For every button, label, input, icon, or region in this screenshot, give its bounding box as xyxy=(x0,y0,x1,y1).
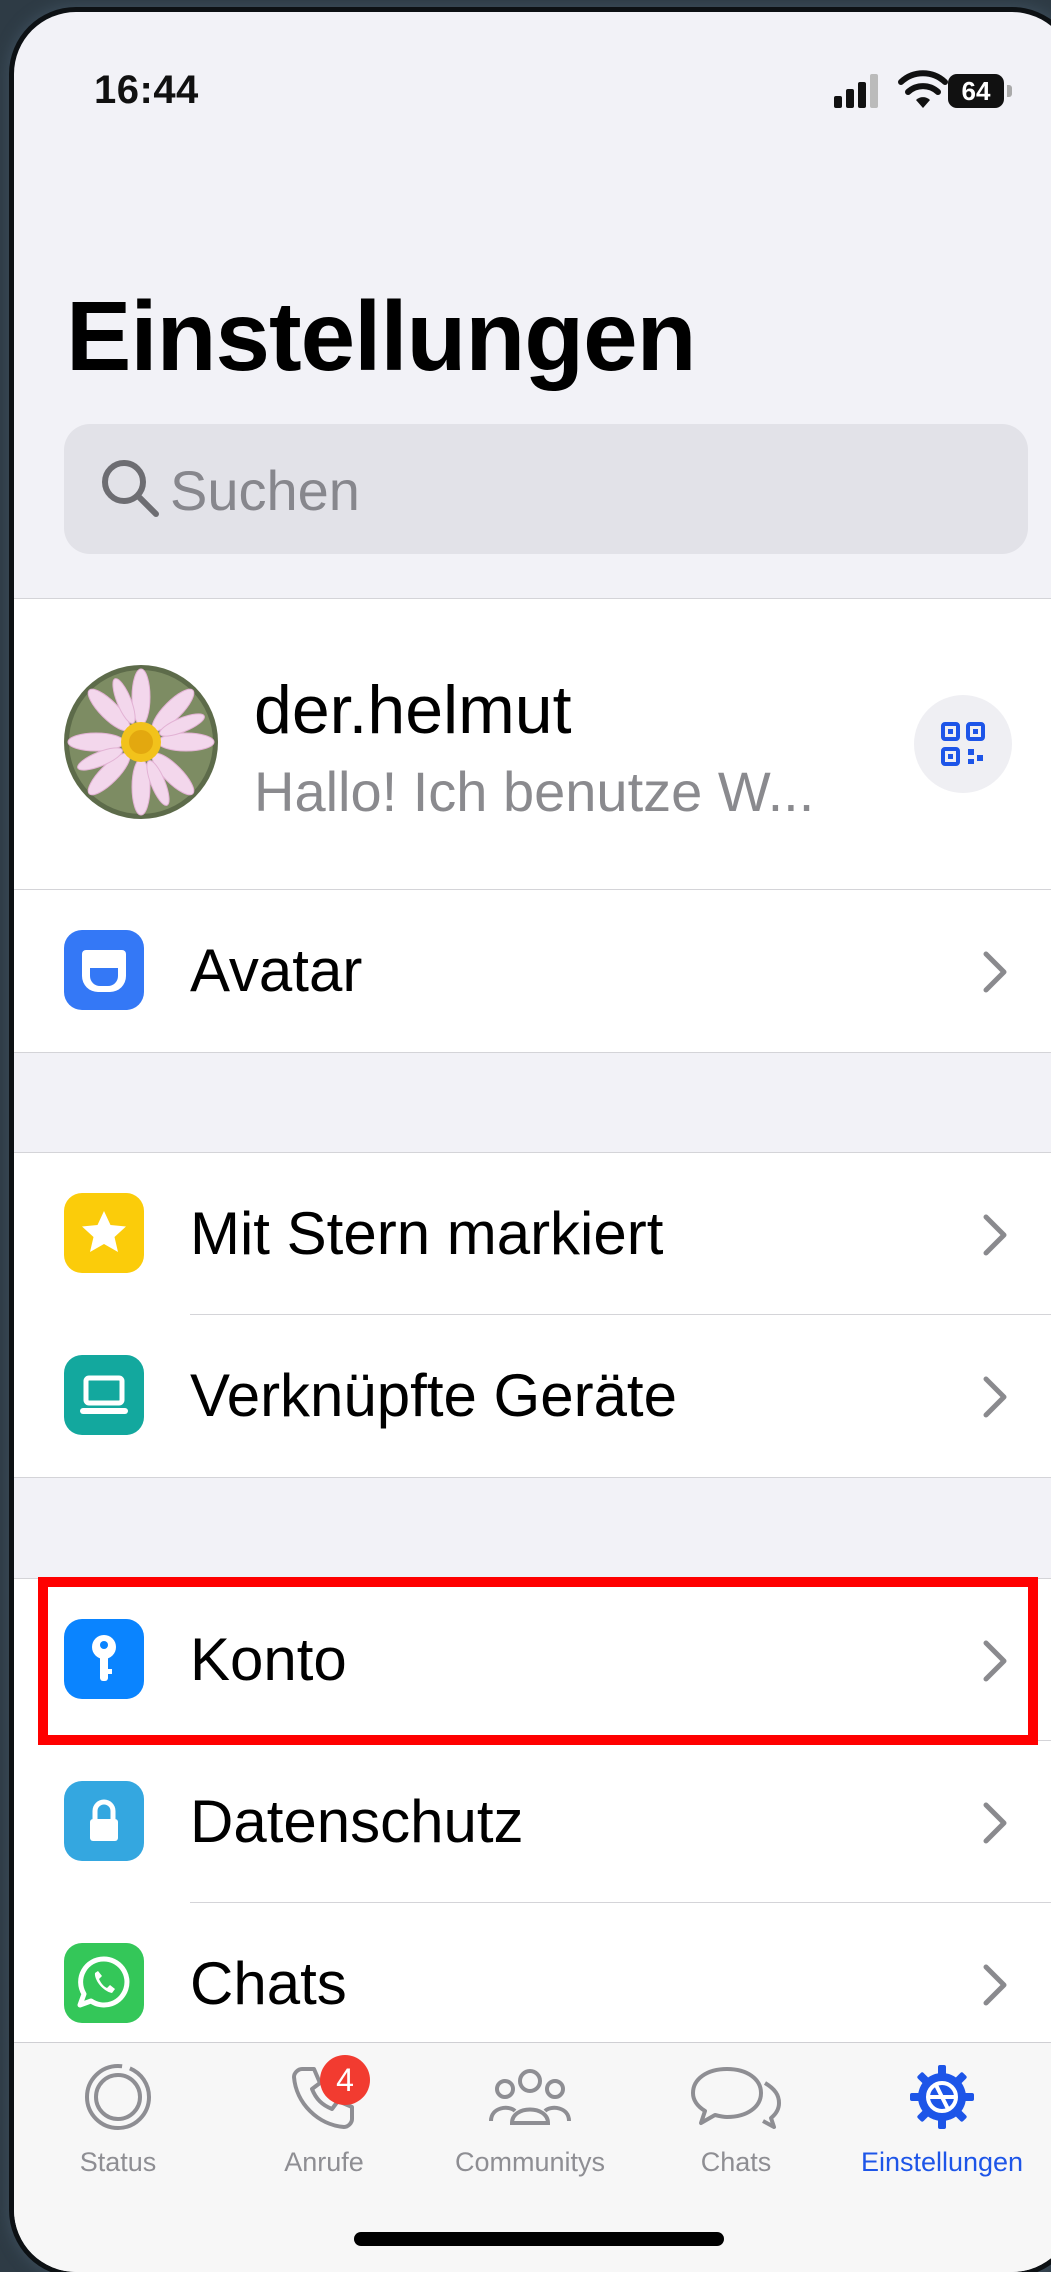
profile-status: Hallo! Ich benutze W... xyxy=(254,760,815,823)
settings-row-label: Mit Stern markiert xyxy=(190,1200,664,1267)
chevron-right-icon xyxy=(983,951,1007,993)
search-input[interactable] xyxy=(168,424,992,556)
whatsapp-icon xyxy=(64,1943,144,2023)
tab-settings[interactable]: Einstellungen xyxy=(842,2043,1042,2243)
qr-code-icon xyxy=(941,722,985,766)
cellular-signal-icon xyxy=(834,74,878,108)
chevron-right-icon xyxy=(983,1802,1007,1844)
status-bar: 16:44 64 xyxy=(14,12,1051,152)
settings-row-starred[interactable]: Mit Stern markiert xyxy=(14,1153,1051,1315)
tab-label: Chats xyxy=(700,2147,772,2177)
tab-label: Einstellungen xyxy=(860,2147,1024,2177)
page-title: Einstellungen xyxy=(66,281,697,391)
chevron-right-icon xyxy=(983,1214,1007,1256)
settings-group-starred-devices: Mit Stern markiert Verknüpfte Geräte xyxy=(14,1152,1051,1478)
phone-screen: 16:44 64 Einstellungen Suchen der.helmut… xyxy=(14,12,1051,2272)
laptop-icon xyxy=(64,1355,144,1435)
profile-name: der.helmut xyxy=(254,672,572,748)
tab-status[interactable]: Status xyxy=(18,2043,218,2243)
settings-row-label: Avatar xyxy=(190,937,363,1004)
star-icon xyxy=(64,1193,144,1273)
settings-row-label: Verknüpfte Geräte xyxy=(190,1362,677,1429)
search-bar[interactable] xyxy=(64,424,1028,556)
tab-calls[interactable]: 4 Anrufe xyxy=(224,2043,424,2243)
chevron-right-icon xyxy=(983,1964,1007,2006)
settings-row-chats[interactable]: Chats xyxy=(14,1903,1051,2065)
tab-label: Anrufe xyxy=(284,2147,364,2177)
tab-communities[interactable]: Communitys xyxy=(430,2043,630,2243)
profile-card[interactable]: der.helmut Hallo! Ich benutze W... xyxy=(14,598,1051,890)
chats-icon xyxy=(691,2067,781,2129)
qr-code-button[interactable] xyxy=(914,695,1012,793)
lock-icon xyxy=(64,1781,144,1861)
settings-row-privacy[interactable]: Datenschutz xyxy=(14,1741,1051,1903)
avatar[interactable] xyxy=(64,665,218,819)
tab-chats[interactable]: Chats xyxy=(636,2043,836,2243)
daisy-photo-icon xyxy=(64,665,218,819)
settings-row-label: Chats xyxy=(190,1950,347,2017)
chevron-right-icon xyxy=(983,1376,1007,1418)
communities-icon xyxy=(489,2069,571,2125)
settings-group-avatar: Avatar xyxy=(14,889,1051,1053)
status-icon xyxy=(85,2064,151,2130)
avatar-icon xyxy=(64,930,144,1010)
settings-row-label: Datenschutz xyxy=(190,1788,524,1855)
tab-label: Status xyxy=(79,2147,157,2177)
battery-nub xyxy=(1007,85,1012,97)
search-icon xyxy=(102,460,159,517)
wifi-icon xyxy=(898,70,948,108)
calls-badge: 4 xyxy=(320,2055,370,2105)
settings-icon xyxy=(910,2065,974,2129)
settings-row-avatar[interactable]: Avatar xyxy=(14,890,1051,1052)
status-time: 16:44 xyxy=(94,68,199,112)
tab-label: Communitys xyxy=(454,2147,606,2177)
settings-row-linked-devices[interactable]: Verknüpfte Geräte xyxy=(14,1315,1051,1477)
battery-level: 64 xyxy=(948,74,1004,108)
highlight-box xyxy=(38,1577,1038,1745)
battery-indicator: 64 xyxy=(948,74,1018,110)
home-indicator xyxy=(354,2232,724,2246)
